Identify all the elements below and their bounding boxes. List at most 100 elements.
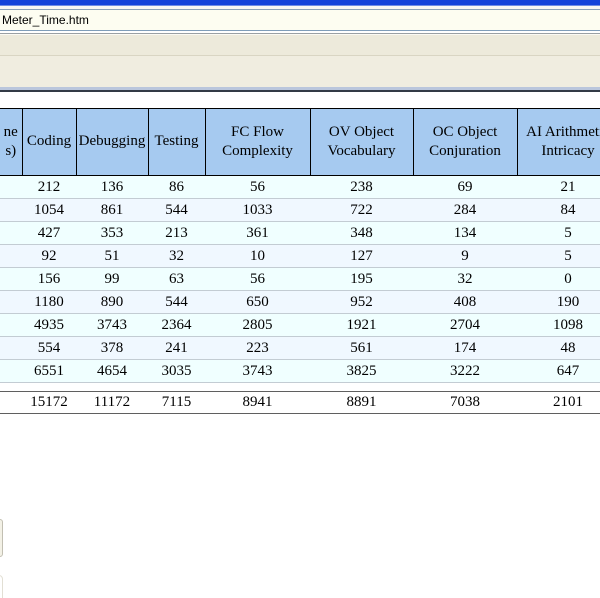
column-header: ne s) (0, 108, 23, 176)
header-row: ne s) Coding Debugging Testing FC Flow Compl… (0, 108, 600, 176)
metrics-table-body: 212 136 86 56 238 69 21 1054 861 544 1033 722 284 84 4… (0, 175, 600, 414)
table-cell (76, 382, 148, 392)
offscreen-control-edge (0, 519, 3, 557)
column-header: Debugging (75, 108, 149, 176)
table-cell (22, 382, 76, 392)
table-row: 554 378 241 223 561 174 48 (0, 336, 600, 360)
table-cell: 2101 (517, 391, 600, 414)
table-cell: 212 (22, 175, 76, 199)
table-cell: 427 (22, 221, 76, 245)
table-cell: 99 (76, 267, 148, 291)
table-cell: 3743 (205, 359, 310, 383)
toolbar (0, 34, 600, 56)
table-cell: 3035 (148, 359, 205, 383)
table-cell: 353 (76, 221, 148, 245)
table-cell: 722 (310, 198, 413, 222)
table-cell (0, 359, 22, 383)
table-cell (0, 382, 22, 392)
table-cell: 1054 (22, 198, 76, 222)
table-cell: 2704 (413, 313, 517, 337)
table-cell: 544 (148, 290, 205, 314)
spacer-row (0, 382, 600, 392)
table-cell: 2805 (205, 313, 310, 337)
table-cell: 1033 (205, 198, 310, 222)
table-row: 92 51 32 10 127 9 5 (0, 244, 600, 268)
column-header: AI Arithmetic Intricacy (516, 108, 600, 176)
table-cell: 647 (517, 359, 600, 383)
table-cell: 650 (205, 290, 310, 314)
metrics-table-header: ne s) Coding Debugging Testing FC Flow Compl… (0, 108, 600, 176)
table-cell: 156 (22, 267, 76, 291)
table-cell: 2364 (148, 313, 205, 337)
table-cell (0, 175, 22, 199)
table-row: 212 136 86 56 238 69 21 (0, 175, 600, 199)
table-cell: 56 (205, 175, 310, 199)
table-cell: 8891 (310, 391, 413, 414)
table-cell: 544 (148, 198, 205, 222)
column-header: Coding (21, 108, 77, 176)
table-row: 1180 890 544 650 952 408 190 (0, 290, 600, 314)
table-cell (413, 382, 517, 392)
table-cell: 21 (517, 175, 600, 199)
table-cell: 4654 (76, 359, 148, 383)
address-bar[interactable]: Meter_Time.htm (0, 9, 600, 31)
table-cell: 9 (413, 244, 517, 268)
offscreen-groupbox-edge (0, 575, 3, 598)
column-header: FC Flow Complexity (204, 108, 311, 176)
table-cell: 861 (76, 198, 148, 222)
table-cell: 1921 (310, 313, 413, 337)
table-cell: 1098 (517, 313, 600, 337)
table-cell (0, 198, 22, 222)
table-cell: 51 (76, 244, 148, 268)
table-cell (0, 221, 22, 245)
table-cell: 92 (22, 244, 76, 268)
table-cell (0, 391, 22, 414)
table-cell: 69 (413, 175, 517, 199)
table-cell: 890 (76, 290, 148, 314)
table-cell: 63 (148, 267, 205, 291)
table-cell (148, 382, 205, 392)
totals-row: 15172 11172 7115 8941 8891 7038 2101 (0, 391, 600, 414)
table-cell: 10 (205, 244, 310, 268)
table-cell (0, 290, 22, 314)
table-cell: 195 (310, 267, 413, 291)
table-cell: 8941 (205, 391, 310, 414)
table-cell: 408 (413, 290, 517, 314)
table-cell: 32 (148, 244, 205, 268)
table-cell: 86 (148, 175, 205, 199)
table-cell: 1180 (22, 290, 76, 314)
table-cell: 241 (148, 336, 205, 360)
table-cell: 5 (517, 221, 600, 245)
table-cell: 213 (148, 221, 205, 245)
table-cell: 174 (413, 336, 517, 360)
table-cell: 361 (205, 221, 310, 245)
column-header: Testing (147, 108, 206, 176)
table-cell: 554 (22, 336, 76, 360)
table-cell (0, 244, 22, 268)
table-cell: 7038 (413, 391, 517, 414)
table-cell: 127 (310, 244, 413, 268)
table-cell: 190 (517, 290, 600, 314)
metrics-table: ne s) Coding Debugging Testing FC Flow Compl… (0, 108, 600, 414)
table-cell: 3825 (310, 359, 413, 383)
table-cell: 378 (76, 336, 148, 360)
table-row: 1054 861 544 1033 722 284 84 (0, 198, 600, 222)
table-row: 156 99 63 56 195 32 0 (0, 267, 600, 291)
table-row: 4935 3743 2364 2805 1921 2704 1098 (0, 313, 600, 337)
table-cell (0, 313, 22, 337)
table-cell: 0 (517, 267, 600, 291)
table-cell: 6551 (22, 359, 76, 383)
table-cell: 561 (310, 336, 413, 360)
table-cell: 238 (310, 175, 413, 199)
table-cell (310, 382, 413, 392)
table-row: 6551 4654 3035 3743 3825 3222 647 (0, 359, 600, 383)
table-cell: 32 (413, 267, 517, 291)
table-cell: 84 (517, 198, 600, 222)
table-cell: 7115 (148, 391, 205, 414)
column-header: OV Object Vocabulary (309, 108, 414, 176)
column-header: OC Object Conjuration (412, 108, 518, 176)
table-cell: 56 (205, 267, 310, 291)
table-cell: 48 (517, 336, 600, 360)
table-cell: 4935 (22, 313, 76, 337)
table-cell (0, 336, 22, 360)
